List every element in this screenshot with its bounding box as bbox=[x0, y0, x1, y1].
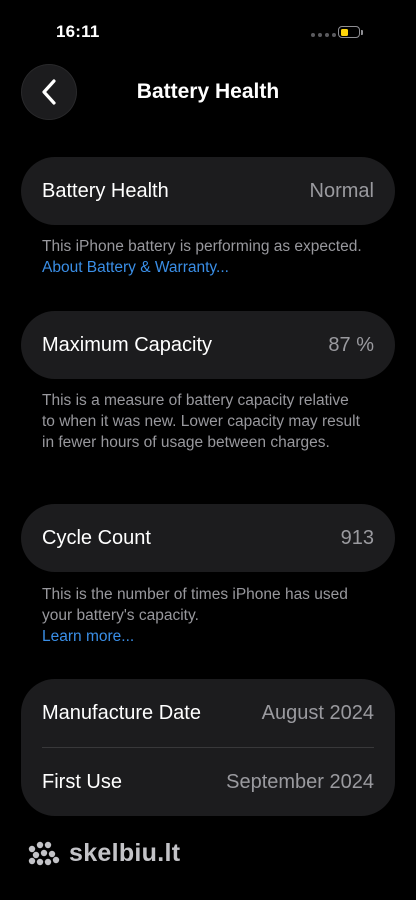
page-title: Battery Health bbox=[136, 80, 280, 103]
maximum-capacity-value: 87 % bbox=[328, 333, 374, 356]
battery-health-footnote: This iPhone battery is performing as exp… bbox=[42, 236, 362, 278]
cycle-count-label: Cycle Count bbox=[42, 526, 151, 549]
status-time: 16:11 bbox=[56, 22, 100, 41]
dots-logo-icon bbox=[28, 841, 60, 865]
maximum-capacity-label: Maximum Capacity bbox=[42, 333, 213, 356]
battery-icon bbox=[338, 26, 360, 38]
signal-icon bbox=[311, 33, 336, 37]
about-battery-warranty-link[interactable]: About Battery & Warranty... bbox=[42, 259, 229, 276]
first-use-row: First Use September 2024 bbox=[21, 748, 395, 816]
watermark: skelbiu.lt bbox=[27, 839, 180, 868]
status-bar: 16:11 bbox=[0, 0, 416, 60]
battery-health-value: Normal bbox=[309, 179, 374, 202]
cycle-count-description: This is the number of times iPhone has u… bbox=[42, 586, 348, 624]
first-use-value: September 2024 bbox=[226, 770, 374, 793]
battery-health-description: This iPhone battery is performing as exp… bbox=[42, 238, 362, 255]
battery-health-card: Battery Health Normal bbox=[21, 157, 395, 225]
cycle-count-card: Cycle Count 913 bbox=[21, 504, 395, 572]
cycle-count-footnote: This is the number of times iPhone has u… bbox=[42, 584, 362, 647]
first-use-label: First Use bbox=[42, 770, 122, 793]
battery-level-fill bbox=[340, 28, 349, 36]
manufacture-date-row: Manufacture Date August 2024 bbox=[21, 679, 395, 747]
battery-tip bbox=[361, 30, 363, 35]
dates-card: Manufacture Date August 2024 First Use S… bbox=[21, 679, 395, 816]
watermark-text: skelbiu.lt bbox=[69, 839, 181, 867]
manufacture-date-value: August 2024 bbox=[261, 701, 374, 724]
maximum-capacity-card: Maximum Capacity 87 % bbox=[21, 311, 395, 379]
maximum-capacity-footnote: This is a measure of battery capacity re… bbox=[42, 390, 362, 453]
battery-health-row: Battery Health Normal bbox=[21, 157, 395, 225]
cycle-count-value: 913 bbox=[340, 526, 374, 549]
battery-health-label: Battery Health bbox=[42, 179, 169, 202]
learn-more-link[interactable]: Learn more... bbox=[42, 628, 134, 645]
maximum-capacity-row: Maximum Capacity 87 % bbox=[21, 311, 395, 379]
maximum-capacity-description: This is a measure of battery capacity re… bbox=[42, 392, 360, 451]
cycle-count-row: Cycle Count 913 bbox=[21, 504, 395, 572]
manufacture-date-label: Manufacture Date bbox=[42, 701, 201, 724]
